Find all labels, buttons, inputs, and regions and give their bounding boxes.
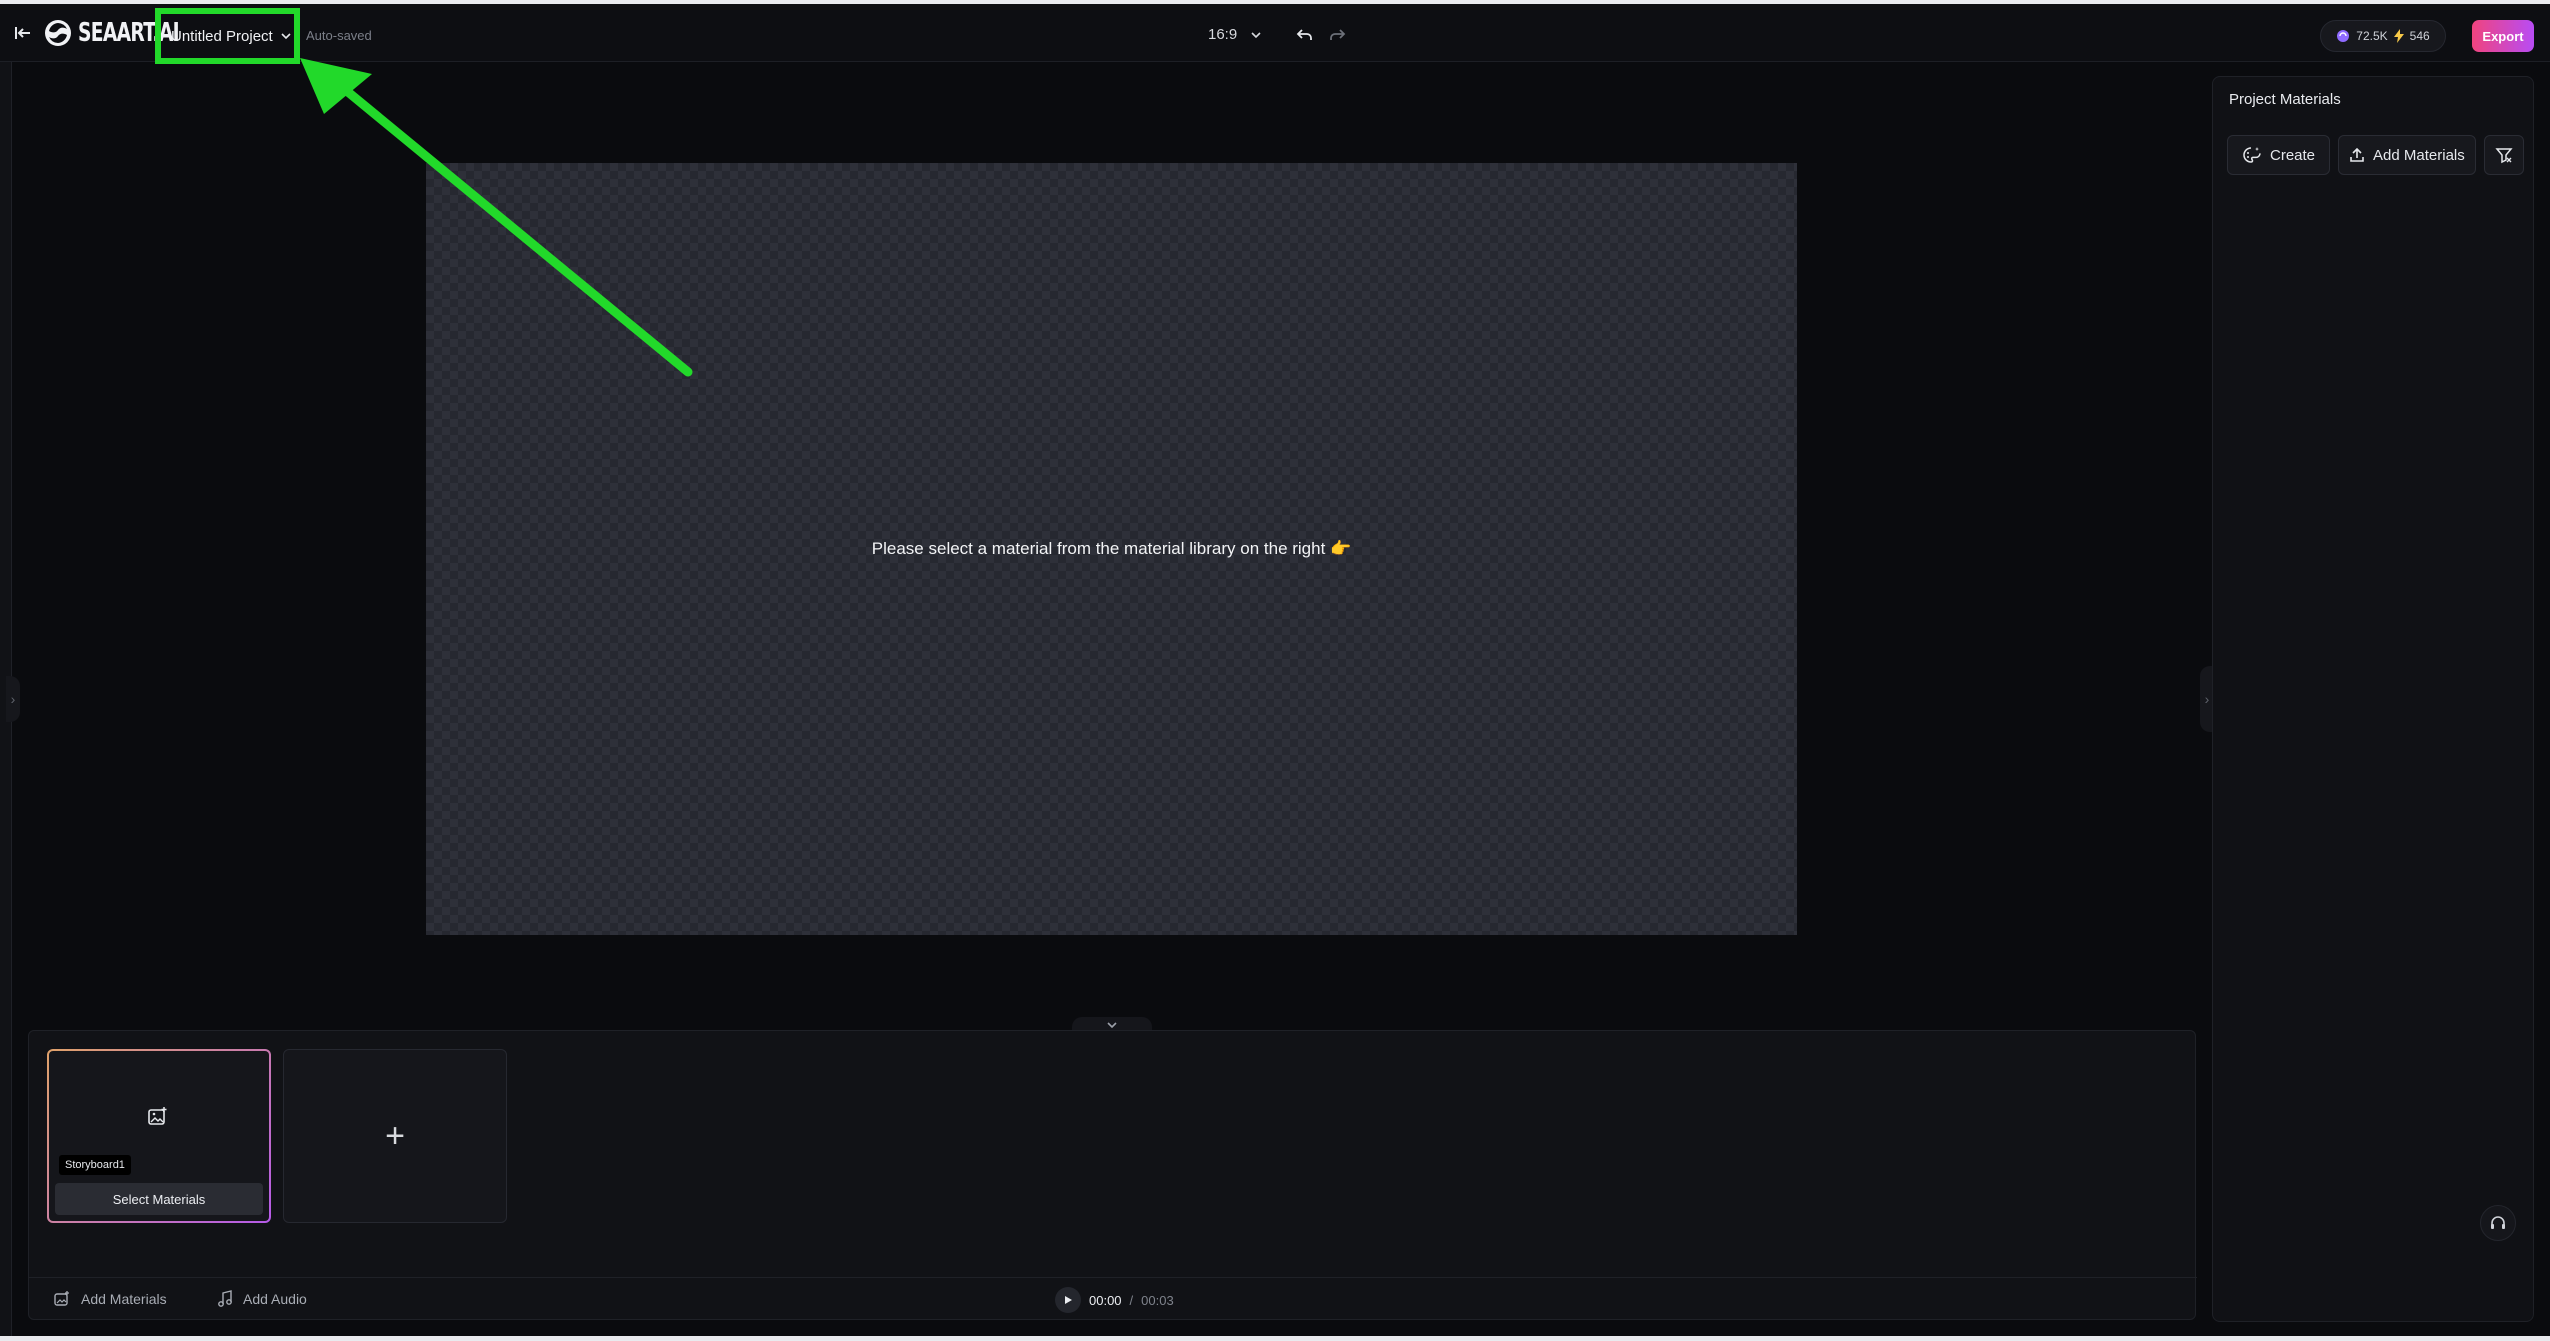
chevron-down-icon [1251, 31, 1261, 38]
credits-a-value: 72.5K [2356, 29, 2388, 43]
window-bottom-border [0, 1336, 2550, 1341]
add-storyboard-button[interactable]: + [283, 1049, 507, 1223]
aspect-ratio-value: 16:9 [1208, 26, 1238, 43]
chevron-right-icon: › [2204, 691, 2210, 707]
image-add-icon [54, 1291, 69, 1306]
credits-badge[interactable]: 72.5K 546 [2320, 20, 2446, 52]
redo-icon[interactable] [1326, 24, 1348, 46]
project-name-dropdown[interactable]: Untitled Project [155, 8, 300, 64]
storyboard-tag: Storyboard1 [59, 1155, 131, 1175]
support-button[interactable] [2480, 1205, 2516, 1241]
palette-sparkle-icon [2243, 147, 2261, 163]
export-button[interactable]: Export [2472, 20, 2534, 52]
expand-left-panel-toggle[interactable]: › [6, 676, 20, 722]
lightning-icon [2393, 29, 2404, 43]
total-time: 00:03 [1141, 1292, 1174, 1308]
filter-icon [2495, 148, 2513, 164]
add-audio-button[interactable]: Add Audio [217, 1290, 307, 1308]
filter-button[interactable] [2483, 135, 2524, 175]
top-bar: SEAART.AI Untitled Project Auto-saved 16… [0, 0, 2550, 64]
exit-arrow-icon[interactable] [10, 20, 36, 46]
add-materials-timeline-button[interactable]: Add Materials [53, 1290, 167, 1308]
headset-icon [2491, 1216, 2505, 1229]
undo-icon[interactable] [1294, 24, 1316, 46]
credits-b-value: 546 [2409, 29, 2430, 43]
storyboard-panel: Storyboard1 Select Materials + Add Mater… [28, 1030, 2197, 1321]
chevron-down-icon [281, 33, 291, 40]
project-materials-panel: Project Materials Create Add Materials [2212, 76, 2534, 1322]
playback-controls: 00:00 / 00:03 [1055, 1287, 1174, 1313]
timeline-toolbar: Add Materials Add Audio 00:00 / 00:03 [29, 1277, 2197, 1321]
preview-canvas: Please select a material from the materi… [426, 163, 1797, 935]
project-name: Untitled Project [171, 27, 273, 45]
current-time: 00:00 [1089, 1292, 1122, 1308]
chevron-down-icon [1107, 1022, 1117, 1029]
chevron-right-icon: › [10, 691, 16, 707]
time-separator: / [1129, 1292, 1134, 1308]
add-materials-button[interactable]: Add Materials [2338, 135, 2476, 175]
panel-actions: Create Add Materials [2227, 135, 2524, 175]
panel-title: Project Materials [2229, 91, 2341, 108]
seaart-logo-icon [45, 20, 71, 46]
aspect-ratio-dropdown[interactable]: 16:9 [1208, 26, 1261, 43]
image-add-icon [148, 1107, 167, 1125]
credit-swirl-icon [2337, 30, 2350, 42]
create-label: Create [2270, 146, 2316, 164]
add-materials-timeline-label: Add Materials [81, 1291, 167, 1307]
storyboard-card[interactable]: Storyboard1 Select Materials [47, 1049, 271, 1223]
upload-icon [2350, 147, 2364, 162]
select-materials-button[interactable]: Select Materials [55, 1183, 263, 1215]
add-audio-label: Add Audio [243, 1291, 307, 1307]
add-materials-label: Add Materials [2373, 146, 2465, 164]
create-button[interactable]: Create [2227, 135, 2331, 175]
music-note-icon [218, 1290, 232, 1307]
plus-icon: + [385, 1116, 405, 1155]
play-icon[interactable] [1055, 1287, 1081, 1313]
save-status: Auto-saved [306, 28, 372, 43]
empty-canvas-message: Please select a material from the materi… [871, 539, 1352, 558]
